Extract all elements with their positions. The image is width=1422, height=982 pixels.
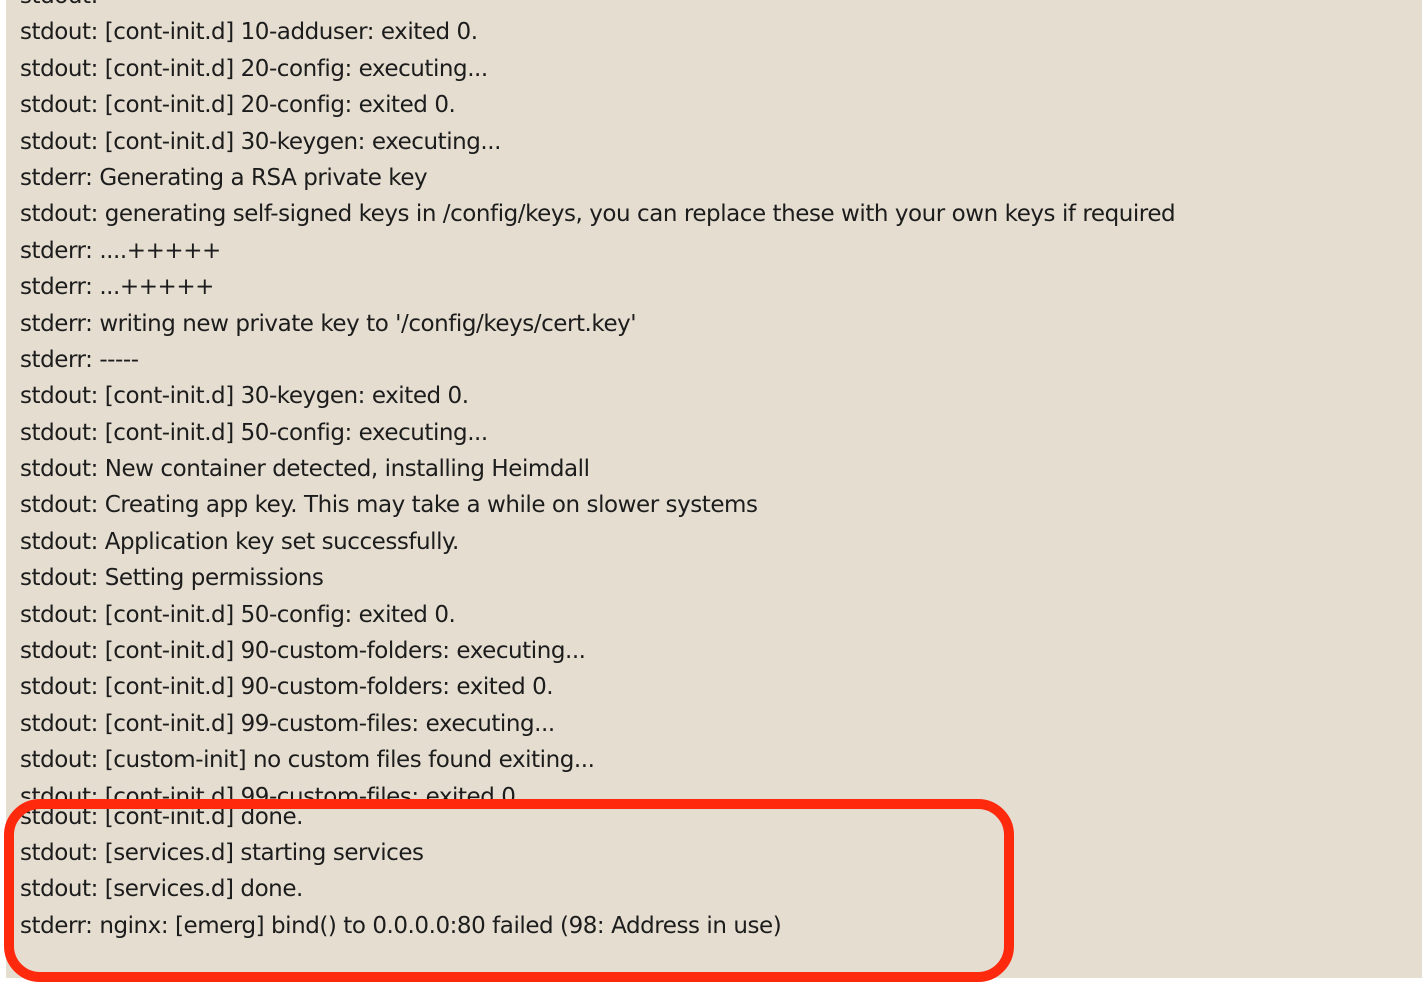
log-line: stdout: Setting permissions <box>20 565 324 592</box>
log-line: stderr: ...+++++ <box>20 274 215 301</box>
log-line: stderr: Generating a RSA private key <box>20 164 428 191</box>
log-line: stdout: [cont-init.d] 30-keygen: executi… <box>20 128 501 155</box>
log-line: stdout: Application key set successfully… <box>20 528 459 555</box>
log-line: stdout: [cont-init.d] 90-custom-folders:… <box>20 674 554 701</box>
log-line: stdout: [cont-init.d] 20-config: exited … <box>20 92 456 119</box>
log-line: stdout: [custom-init] no custom files fo… <box>20 747 595 774</box>
log-line: stdout: [cont-init.d] 90-custom-folders:… <box>20 638 586 665</box>
log-line: stdout: [cont-init.d] 20-config: executi… <box>20 55 488 82</box>
log-line: stdout: generating self-signed keys in /… <box>20 201 1176 228</box>
log-line: stdout: New container detected, installi… <box>20 456 590 483</box>
log-line: stdout: [cont-init.d] 10-adduser: exited… <box>20 19 478 46</box>
log-line: stdout: [cont-init.d] done. <box>20 803 304 830</box>
log-line: stderr: ....+++++ <box>20 237 221 264</box>
log-output-panel: stdout: stdout: [cont-init.d] 10-adduser… <box>6 0 1422 978</box>
log-line: stdout: [services.d] done. <box>20 876 303 903</box>
log-line: stderr: writing new private key to '/con… <box>20 310 637 337</box>
log-line: stdout: <box>20 0 1175 14</box>
log-line: stdout: [cont-init.d] 99-custom-files: e… <box>20 710 555 737</box>
log-line: stderr: ----- <box>20 346 139 373</box>
log-line: stdout: [cont-init.d] 50-config: executi… <box>20 419 488 446</box>
log-line: stdout: [cont-init.d] 50-config: exited … <box>20 601 456 628</box>
log-lines: stdout: stdout: [cont-init.d] 10-adduser… <box>20 0 1176 944</box>
log-line-partially-hidden: stdout: [cont-init.d] 99-custom-files: e… <box>20 783 523 799</box>
log-line: stdout: Creating app key. This may take … <box>20 492 758 519</box>
log-line-error: stderr: nginx: [emerg] bind() to 0.0.0.0… <box>20 912 782 939</box>
log-line: stdout: [services.d] starting services <box>20 839 424 866</box>
log-line: stdout: [cont-init.d] 30-keygen: exited … <box>20 383 469 410</box>
